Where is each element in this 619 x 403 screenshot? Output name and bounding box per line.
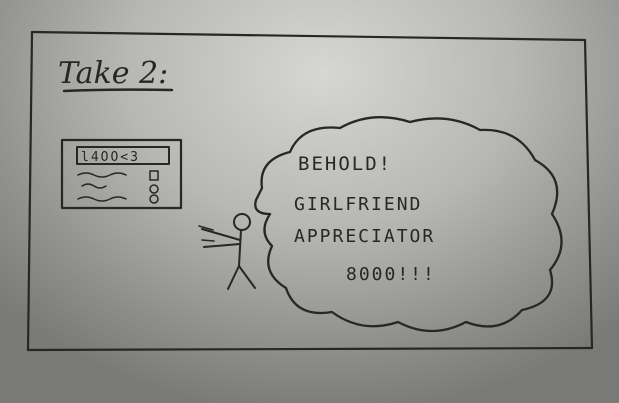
motion-line-2 xyxy=(201,239,215,242)
device-screen-text: l4OO<3 xyxy=(81,150,140,165)
device-scribble-3 xyxy=(77,196,127,202)
device-scribble-2 xyxy=(81,183,107,189)
figure-legs xyxy=(227,265,256,290)
figure-head xyxy=(233,213,251,231)
speech-line-8000: 8000!!! xyxy=(346,264,436,285)
speech-line-behold: BEHOLD! xyxy=(298,153,392,175)
device-dial-bottom-icon xyxy=(149,194,159,204)
figure-arms xyxy=(201,228,241,248)
stick-figure xyxy=(198,213,256,290)
device-dial-top-icon xyxy=(149,184,159,194)
panel-title: Take 2: xyxy=(58,56,168,91)
thought-bubble xyxy=(254,116,563,333)
whiteboard-sketch: Take 2: l4OO<3 BEHOLD! GIRLFRIEND APPREC… xyxy=(26,30,594,352)
device-knob-icon xyxy=(149,170,159,181)
device-scribble-1 xyxy=(77,172,127,178)
speech-line-appreciator: APPRECIATOR xyxy=(294,226,435,247)
device-sign: l4OO<3 xyxy=(60,138,183,210)
title-underline xyxy=(62,88,174,93)
speech-line-girlfriend: GIRLFRIEND xyxy=(294,194,422,215)
